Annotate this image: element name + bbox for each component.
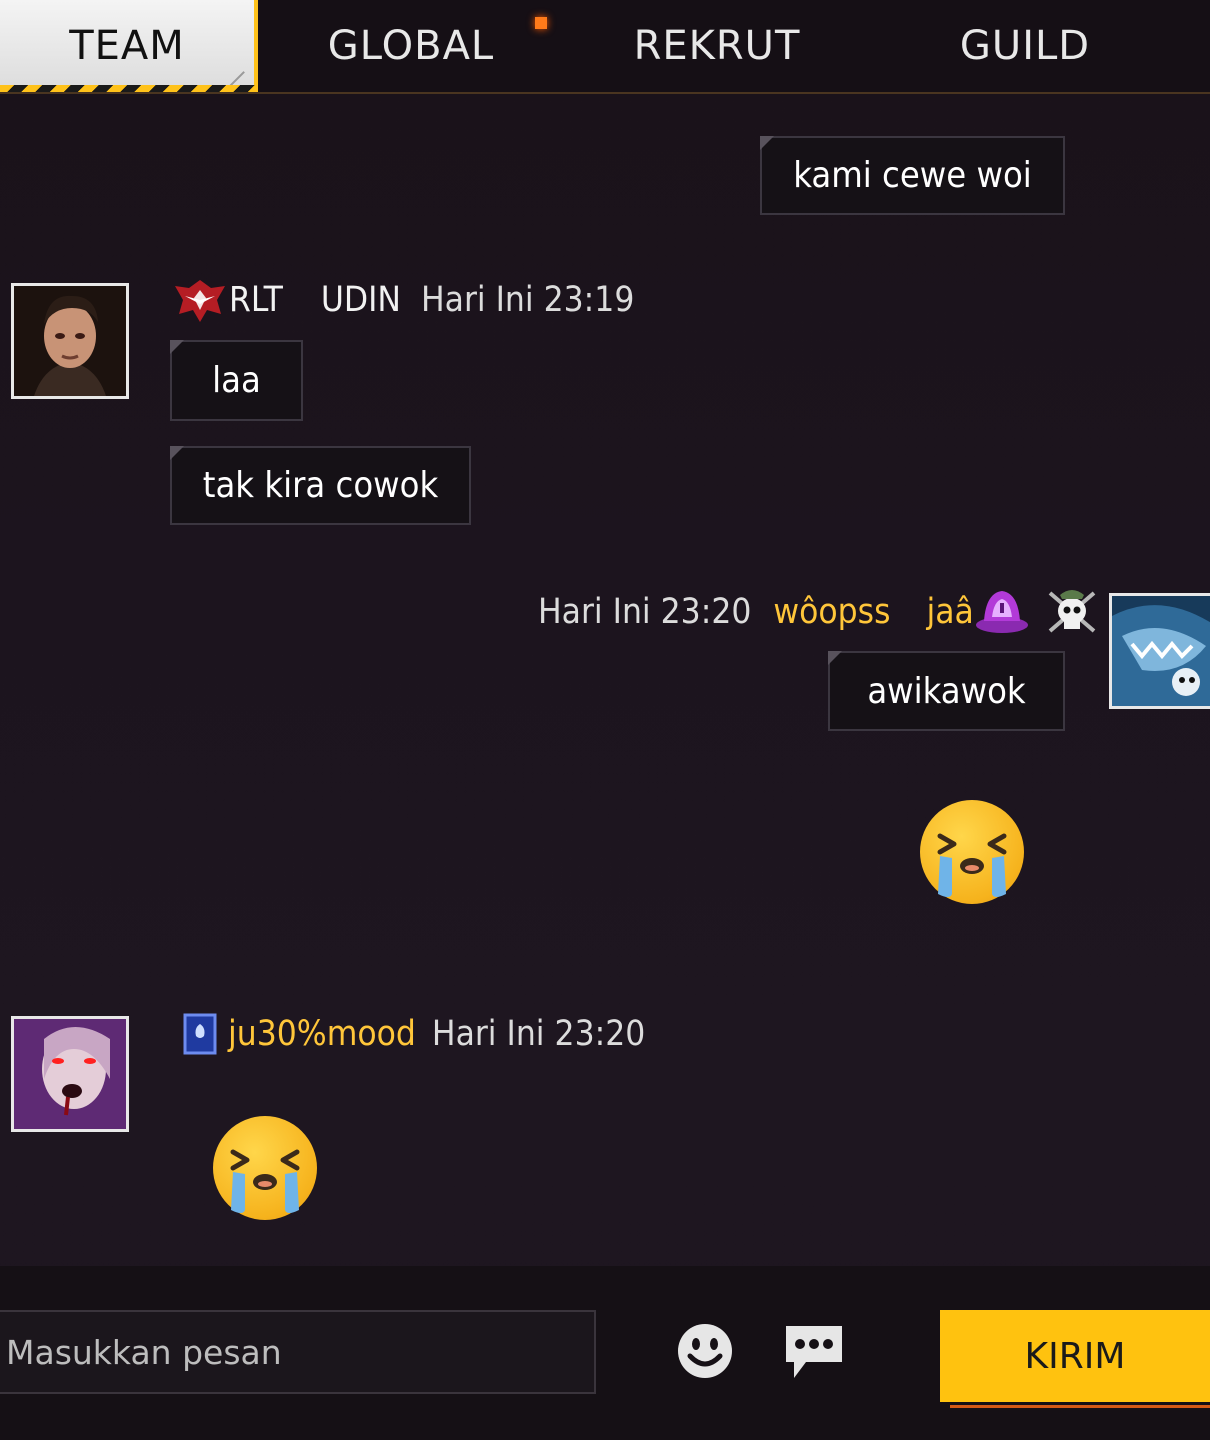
quick-message-button[interactable] <box>784 1324 844 1380</box>
username[interactable]: ju30%mood <box>228 1014 416 1054</box>
avatar[interactable] <box>11 1016 129 1132</box>
message-text: kami cewe woi <box>793 155 1032 196</box>
message-input[interactable] <box>0 1310 596 1394</box>
message-header: RLT UDIN Hari Ini 23:19 <box>173 274 634 326</box>
tab-rekrut-label: REKRUT <box>633 23 801 69</box>
tab-guild[interactable]: GUILD <box>870 0 1180 92</box>
timestamp: Hari Ini 23:19 <box>420 280 635 320</box>
blue-rank-badge-icon <box>183 1013 217 1055</box>
message-bubble[interactable]: laa <box>170 340 303 421</box>
vampire-avatar-icon <box>14 1019 126 1129</box>
message-bubble[interactable]: tak kira cowok <box>170 446 471 525</box>
guild-tag: RLT <box>229 280 283 320</box>
send-button[interactable]: KIRIM <box>940 1310 1210 1408</box>
smiley-face-icon <box>678 1324 732 1378</box>
tab-global[interactable]: GLOBAL <box>258 0 564 92</box>
message-header: Hari Ini 23:20 wôopss jaâ <box>538 584 1102 640</box>
loudly-crying-emoji-face-icon <box>937 833 1007 897</box>
username-secondary[interactable]: jaâ <box>926 592 973 632</box>
guild-emblem-icon <box>175 280 225 322</box>
notification-dot-icon <box>535 17 547 29</box>
message-bubble[interactable]: kami cewe woi <box>760 136 1065 215</box>
emoji-picker-button[interactable] <box>676 1322 734 1380</box>
message-bubble[interactable]: awikawok <box>828 651 1065 731</box>
loudly-crying-emoji-icon <box>213 1116 317 1220</box>
timestamp: Hari Ini 23:20 <box>538 592 752 632</box>
message-text: awikawok <box>867 670 1026 712</box>
pirate-skull-badge-icon <box>1048 590 1096 633</box>
message-text: laa <box>212 360 261 401</box>
send-button-label: KIRIM <box>1024 1335 1126 1377</box>
speech-bubble-icon <box>786 1326 842 1378</box>
message-header: ju30%mood Hari Ini 23:20 <box>182 1008 645 1060</box>
tab-team[interactable]: TEAM <box>0 0 258 92</box>
avatar[interactable] <box>1109 593 1210 709</box>
username[interactable]: wôopss <box>773 592 890 632</box>
chat-tab-bar: TEAM GLOBAL REKRUT GUILD <box>0 0 1210 94</box>
tab-team-label: TEAM <box>69 23 185 69</box>
loudly-crying-emoji-icon <box>920 800 1024 904</box>
message-text: tak kira cowok <box>202 465 439 506</box>
tab-corner-decoration <box>225 71 245 91</box>
avatar[interactable] <box>11 283 129 399</box>
timestamp: Hari Ini 23:20 <box>431 1014 646 1054</box>
tab-rekrut[interactable]: REKRUT <box>564 0 870 92</box>
male-character-avatar-icon <box>14 286 126 396</box>
shark-avatar-icon <box>1112 596 1210 706</box>
tab-global-label: GLOBAL <box>327 23 495 69</box>
purple-rank-badge-icon <box>975 591 1028 633</box>
tab-guild-label: GUILD <box>959 23 1091 69</box>
username[interactable]: UDIN <box>321 280 401 320</box>
loudly-crying-emoji-face-icon <box>230 1149 300 1213</box>
